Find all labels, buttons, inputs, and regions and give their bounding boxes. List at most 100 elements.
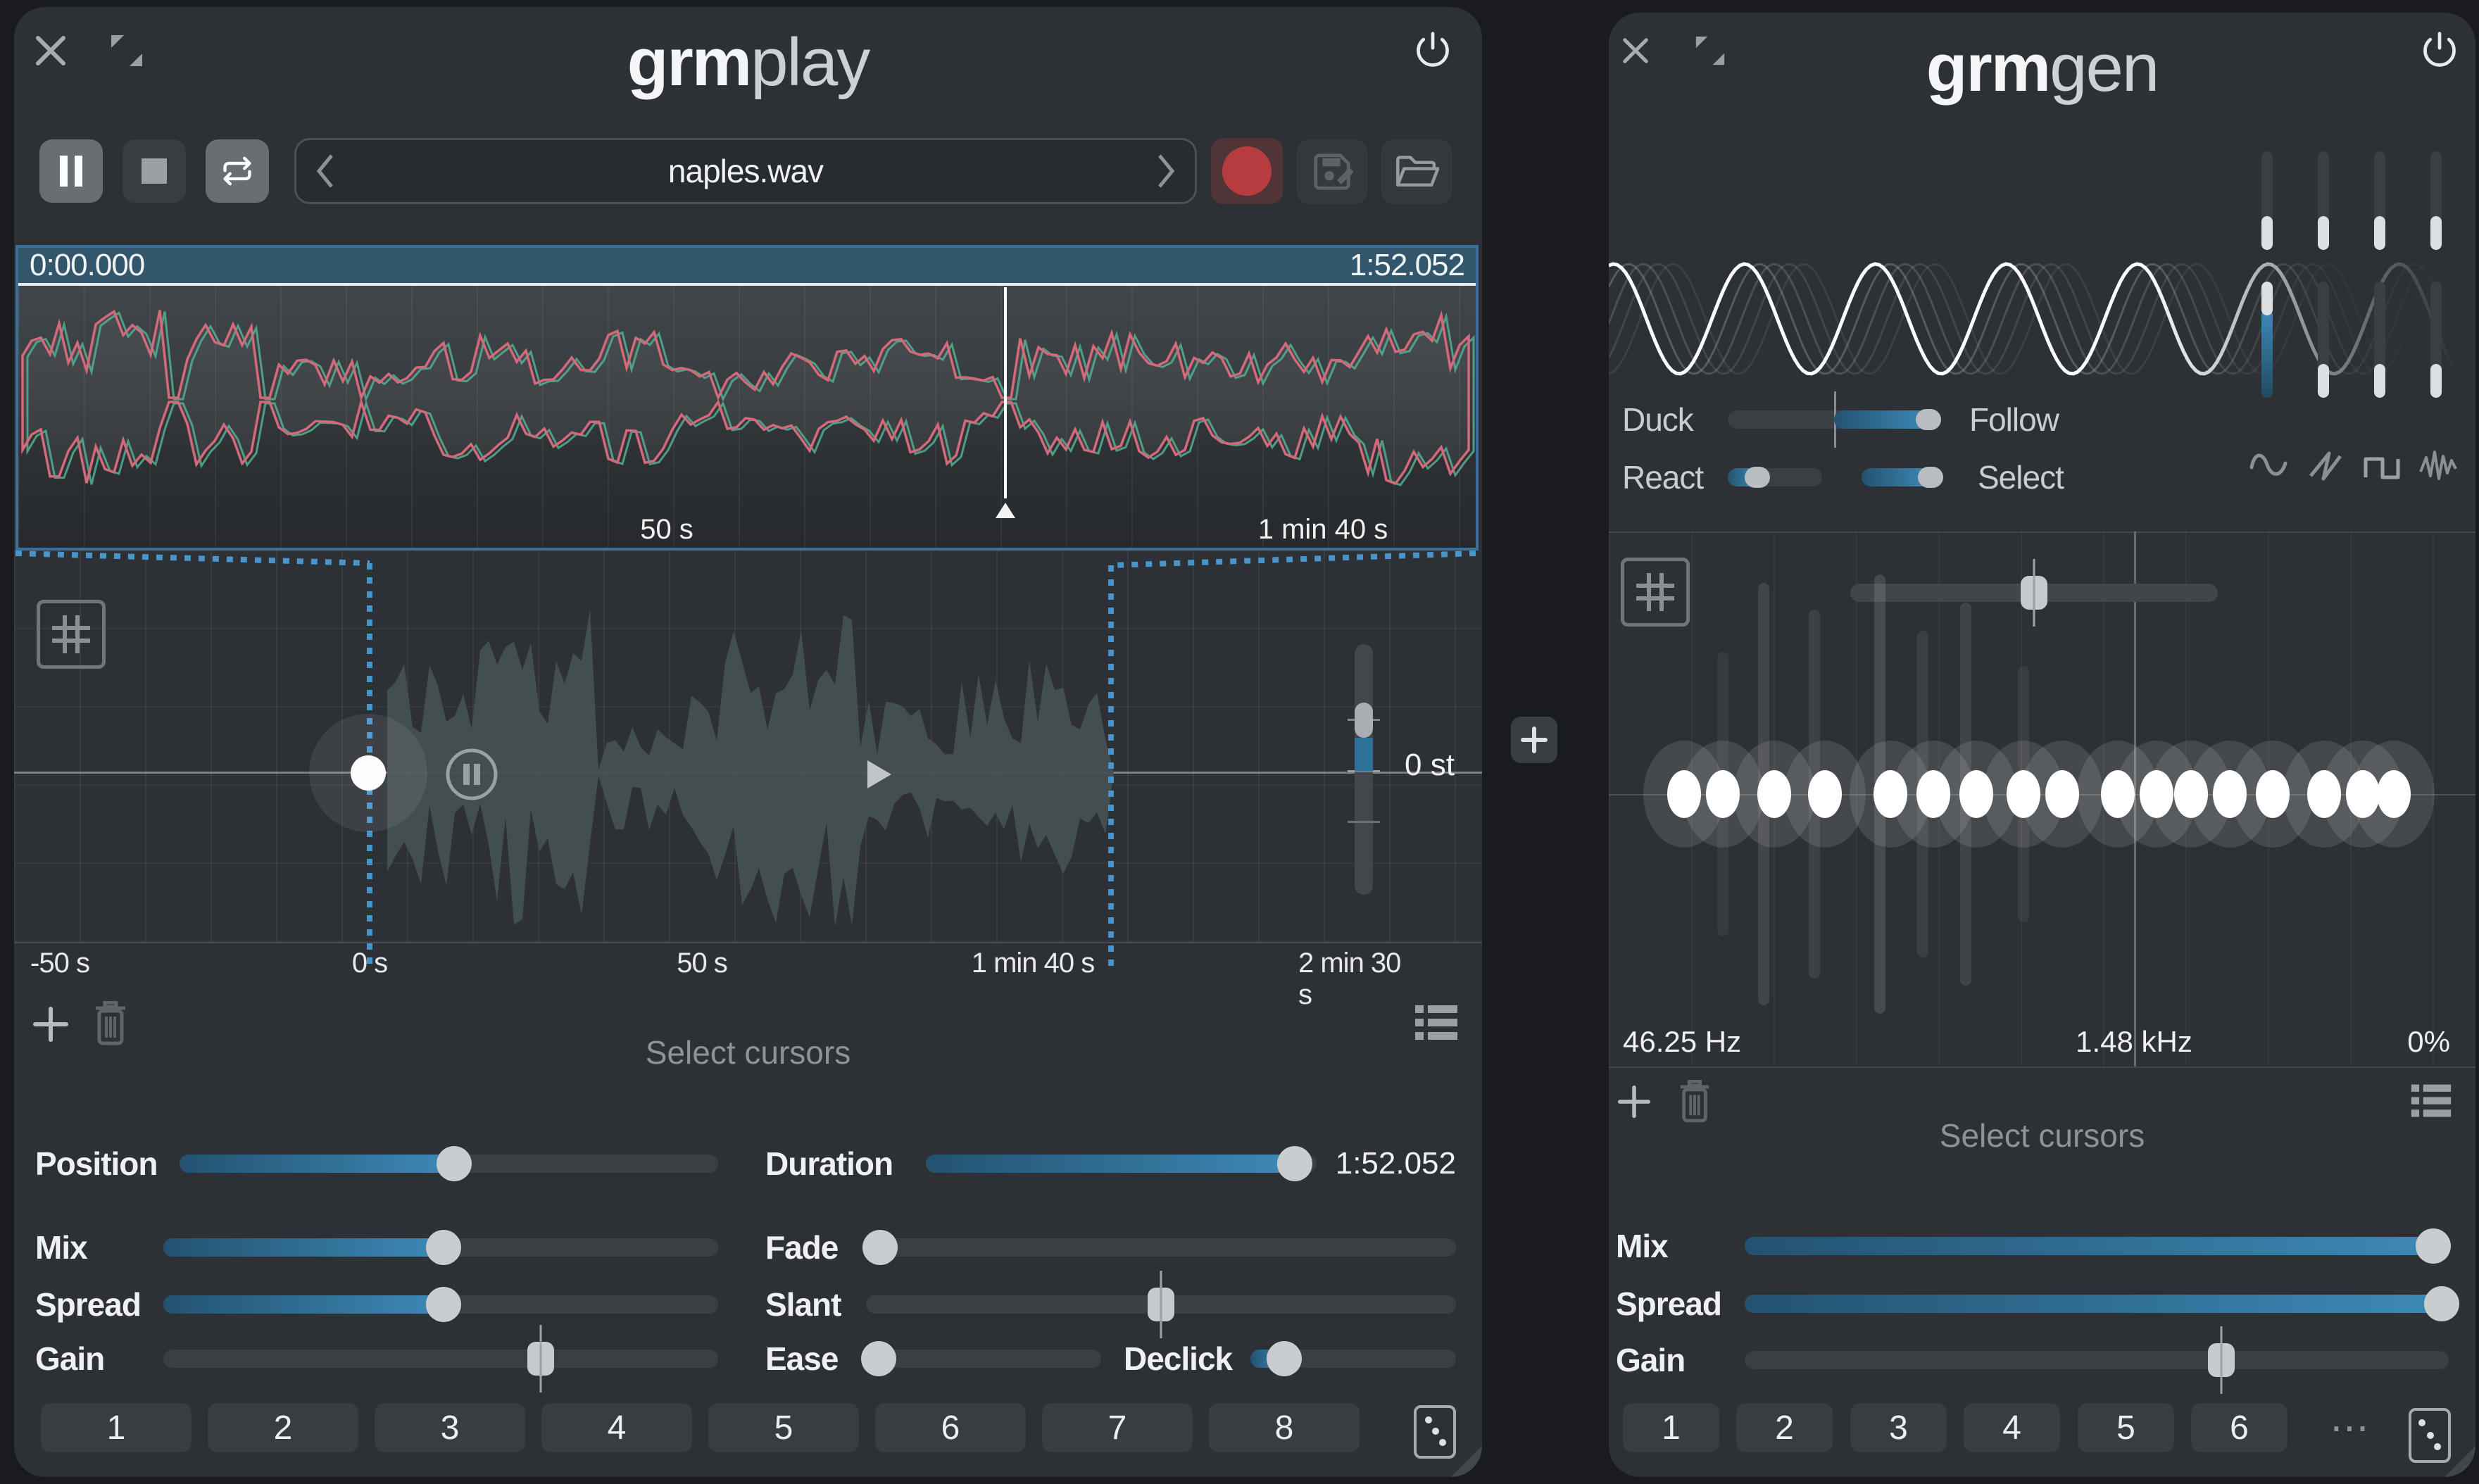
randomize-button[interactable]: [1414, 1405, 1456, 1459]
overview-selection-band[interactable]: 0:00.000 1:52.052: [18, 248, 1476, 283]
loop-icon: [215, 151, 260, 191]
pitch-slider[interactable]: [1349, 644, 1383, 895]
mod-slider-4b[interactable]: [2430, 282, 2442, 398]
preset-button-2[interactable]: 2: [208, 1403, 358, 1452]
slider-handle[interactable]: [527, 1342, 554, 1376]
duck-label: Duck: [1622, 401, 1693, 439]
power-icon[interactable]: [2420, 30, 2459, 69]
preset-button-2[interactable]: 2: [1736, 1403, 1833, 1452]
slider-handle[interactable]: [1267, 1341, 1302, 1376]
cursor-handle[interactable]: [351, 755, 386, 791]
resize-grip[interactable]: [1451, 1446, 1482, 1477]
preset-button-7[interactable]: 7: [1042, 1403, 1193, 1452]
playhead-marker-icon[interactable]: [996, 503, 1015, 518]
slider-fill: [1745, 1295, 2442, 1313]
ramp-wave-icon[interactable]: [2302, 444, 2347, 486]
preset-button-3[interactable]: 3: [375, 1403, 525, 1452]
mod-slider-1a[interactable]: [2261, 151, 2273, 250]
grmplay-panel: grmplay naples.wav: [14, 7, 1482, 1477]
power-icon[interactable]: [1413, 30, 1452, 69]
preset-button-1[interactable]: 1: [41, 1403, 192, 1452]
play-cursor-icon[interactable]: [867, 760, 891, 788]
duration-slider[interactable]: [926, 1147, 1317, 1181]
fade-slider[interactable]: [862, 1231, 1456, 1264]
grid-icon: [51, 614, 92, 655]
chevron-right-icon[interactable]: [1155, 153, 1176, 189]
mod-slider-1b[interactable]: [2261, 282, 2273, 398]
pause-button[interactable]: [39, 139, 103, 203]
pitch-handle[interactable]: [1355, 703, 1373, 738]
pause-cursor-icon[interactable]: [445, 748, 498, 801]
slider-handle[interactable]: [862, 1230, 898, 1265]
mod-slider-4a[interactable]: [2430, 151, 2442, 250]
slider-handle[interactable]: [1148, 1288, 1174, 1321]
file-navigator[interactable]: naples.wav: [294, 138, 1197, 204]
preset-button-6[interactable]: 6: [875, 1403, 1026, 1452]
slider-handle[interactable]: [1918, 467, 1943, 488]
dice-dot: [2434, 1443, 2441, 1450]
mix-slider[interactable]: [1745, 1229, 2444, 1263]
spread-slider[interactable]: [163, 1288, 718, 1321]
add-plugin-button[interactable]: [1511, 717, 1557, 763]
resize-grip[interactable]: [2445, 1446, 2475, 1477]
slider-track[interactable]: [862, 1238, 1456, 1257]
preset-button-1[interactable]: 1: [1623, 1403, 1719, 1452]
preset-button-4[interactable]: 4: [1964, 1403, 2060, 1452]
slider-handle[interactable]: [2208, 1343, 2235, 1377]
open-file-button[interactable]: [1381, 139, 1452, 204]
slider-track[interactable]: [163, 1350, 718, 1368]
spread-slider[interactable]: [1745, 1287, 2449, 1321]
timeline-label: 50 s: [677, 948, 727, 979]
slider-handle[interactable]: [1916, 409, 1941, 430]
add-cursor-button[interactable]: [1617, 1085, 1651, 1119]
gain-slider[interactable]: [1745, 1343, 2449, 1377]
record-icon: [1222, 146, 1272, 196]
mod-slider-3a[interactable]: [2374, 151, 2385, 250]
record-button[interactable]: [1211, 138, 1283, 204]
waveform-overview[interactable]: 0:00.000 1:52.052 50 s 1 min 40 s: [15, 245, 1479, 551]
sine-wave-icon[interactable]: [2246, 444, 2291, 486]
page-title: grmgen: [1609, 31, 2475, 106]
mix-slider[interactable]: [163, 1231, 718, 1264]
slider-handle[interactable]: [861, 1341, 896, 1376]
preset-button-5[interactable]: 5: [708, 1403, 859, 1452]
dice-dot: [1432, 1428, 1439, 1435]
preset-button-4[interactable]: 4: [541, 1403, 692, 1452]
gain-slider[interactable]: [163, 1342, 718, 1376]
mod-slider-2a[interactable]: [2318, 151, 2329, 250]
slider-track[interactable]: [866, 1350, 1101, 1368]
more-presets-button[interactable]: ⋯: [2329, 1409, 2371, 1446]
slider-handle[interactable]: [1277, 1146, 1312, 1181]
slider-handle[interactable]: [1745, 467, 1770, 488]
slider-handle[interactable]: [437, 1146, 472, 1181]
declick-slider[interactable]: [1250, 1342, 1456, 1376]
duck-slider[interactable]: [1728, 403, 1940, 436]
slider-handle[interactable]: [426, 1230, 461, 1265]
overview-playhead[interactable]: [1004, 287, 1007, 498]
preset-button-3[interactable]: 3: [1850, 1403, 1947, 1452]
cursor-list-button[interactable]: [2410, 1083, 2452, 1119]
select-slider[interactable]: [1862, 460, 1943, 494]
preset-button-5[interactable]: 5: [2078, 1403, 2174, 1452]
ease-slider[interactable]: [866, 1342, 1101, 1376]
preset-button-8[interactable]: 8: [1209, 1403, 1360, 1452]
preset-button-6[interactable]: 6: [2191, 1403, 2287, 1452]
slider-handle[interactable]: [2416, 1228, 2451, 1264]
react-slider[interactable]: [1728, 460, 1822, 494]
square-wave-icon[interactable]: [2359, 444, 2404, 486]
snap-grid-button[interactable]: [37, 600, 106, 669]
slant-slider[interactable]: [866, 1288, 1456, 1321]
chevron-left-icon[interactable]: [315, 153, 336, 189]
loop-button[interactable]: [206, 139, 269, 203]
save-edit-button[interactable]: [1297, 139, 1367, 204]
slider-handle[interactable]: [426, 1287, 461, 1322]
noise-wave-icon[interactable]: [2415, 444, 2460, 486]
stop-button[interactable]: [123, 139, 186, 203]
position-slider[interactable]: [180, 1147, 718, 1181]
percent-readout: 0%: [2407, 1025, 2450, 1059]
mix-label: Mix: [35, 1228, 87, 1266]
slider-handle[interactable]: [2424, 1286, 2459, 1321]
slider-track[interactable]: [1745, 1351, 2449, 1369]
mod-slider-3b[interactable]: [2374, 282, 2385, 398]
mod-slider-2b[interactable]: [2318, 282, 2329, 398]
